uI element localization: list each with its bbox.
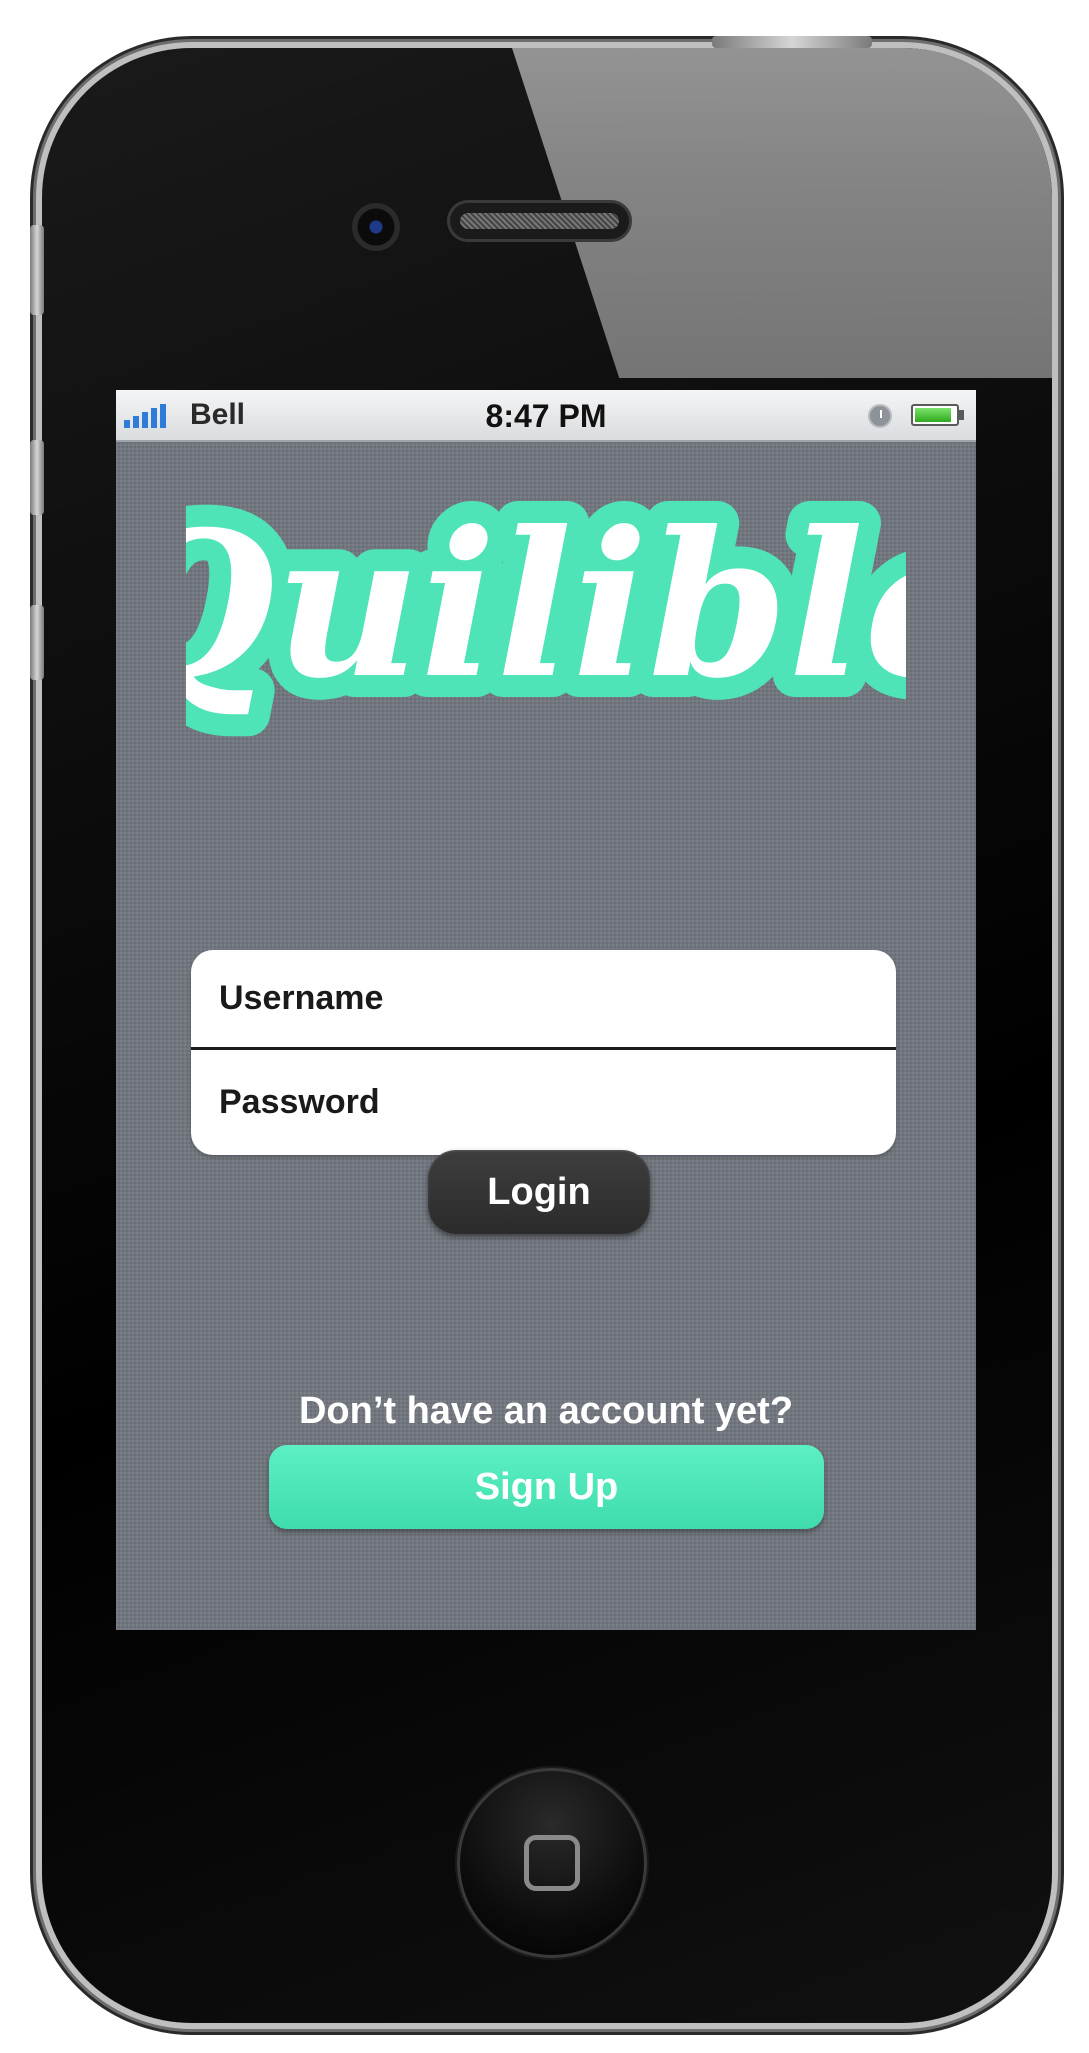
app-logo: Quilible Quilible bbox=[186, 470, 906, 745]
username-field-container bbox=[191, 950, 896, 1050]
ringer-switch[interactable] bbox=[30, 225, 44, 315]
power-button[interactable] bbox=[712, 36, 872, 48]
battery-level bbox=[915, 408, 951, 422]
front-camera bbox=[352, 203, 400, 251]
earpiece-speaker bbox=[447, 200, 632, 242]
signup-prompt: Don’t have an account yet? bbox=[298, 1390, 794, 1432]
home-button[interactable] bbox=[457, 1768, 647, 1958]
app-screen: Bell 8:47 PM Quilible Quilible Login Don… bbox=[116, 390, 976, 1630]
signup-button[interactable]: Sign Up bbox=[269, 1445, 824, 1529]
volume-up-button[interactable] bbox=[30, 440, 44, 515]
logo-text: Quilible bbox=[186, 488, 906, 723]
battery-icon bbox=[911, 404, 959, 426]
login-form bbox=[191, 950, 896, 1155]
password-input[interactable] bbox=[191, 1052, 896, 1152]
phone-device: Bell 8:47 PM Quilible Quilible Login Don… bbox=[42, 48, 1052, 2023]
username-input[interactable] bbox=[191, 950, 896, 1047]
status-time: 8:47 PM bbox=[485, 398, 607, 434]
status-bar: Bell 8:47 PM bbox=[116, 390, 976, 442]
password-field-container bbox=[191, 1052, 896, 1152]
volume-down-button[interactable] bbox=[30, 605, 44, 680]
login-button[interactable]: Login bbox=[428, 1150, 650, 1234]
home-button-icon bbox=[524, 1835, 580, 1891]
clock-icon bbox=[868, 404, 892, 428]
battery-tip bbox=[959, 410, 964, 420]
